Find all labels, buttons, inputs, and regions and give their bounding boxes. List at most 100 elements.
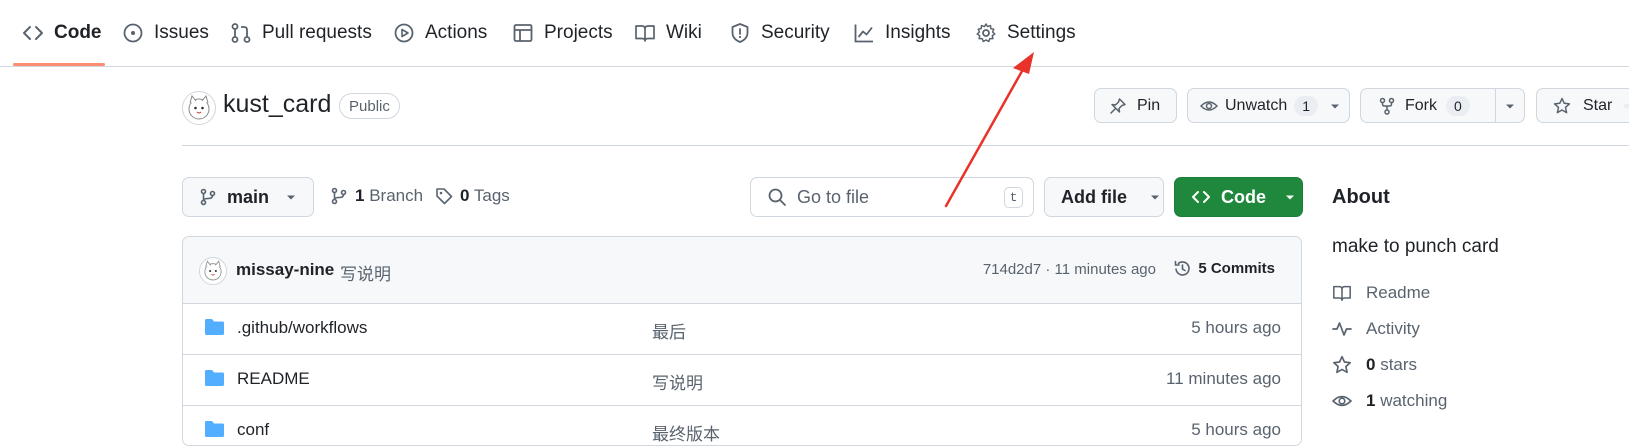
unwatch-button[interactable]: Unwatch 1 (1187, 88, 1350, 123)
stars-link[interactable]: 0 stars (1332, 355, 1417, 375)
code-label: Code (1221, 186, 1266, 207)
fork-count: 0 (1446, 95, 1470, 116)
file-table: missay-nine 写说明 714d2d7 · 11 minutes ago… (182, 236, 1302, 446)
about-title: About (1332, 186, 1390, 208)
repo-name-link[interactable]: kust_card (223, 90, 331, 119)
tab-label: Settings (1007, 22, 1076, 43)
stars-label: stars (1380, 355, 1418, 374)
code-icon (22, 22, 44, 44)
commit-hash-time[interactable]: 714d2d7 · 11 minutes ago (983, 261, 1156, 278)
git-pull-request-icon (230, 22, 252, 44)
tab-actions[interactable]: Actions (393, 0, 487, 66)
search-input[interactable]: Go to file (797, 187, 869, 208)
visibility-badge: Public (339, 93, 400, 119)
about-description: make to punch card (1332, 236, 1499, 257)
book-icon (634, 22, 656, 44)
cat-avatar-icon (188, 94, 210, 120)
file-commit-time: 5 hours ago (1191, 318, 1281, 337)
tab-wiki[interactable]: Wiki (634, 0, 702, 66)
tab-label: Wiki (666, 22, 702, 43)
file-name-link[interactable]: .github/workflows (237, 318, 367, 338)
tags-label: Tags (473, 186, 510, 205)
commit-author-link[interactable]: missay-nine (236, 260, 334, 280)
star-icon (1553, 97, 1571, 115)
tab-label: Actions (425, 22, 488, 43)
branches-link[interactable]: 1 Branch (330, 186, 423, 206)
tab-code[interactable]: Code (22, 0, 102, 66)
file-commit-time: 11 minutes ago (1166, 369, 1281, 388)
issue-opened-icon (122, 22, 144, 44)
activity-label: Activity (1366, 319, 1420, 338)
pulse-icon (1332, 319, 1352, 339)
commit-message-link[interactable]: 写说明 (340, 260, 391, 285)
star-count-pill (1624, 103, 1629, 108)
history-icon (1173, 259, 1192, 278)
branch-select-button[interactable]: main (182, 177, 314, 217)
chevron-down-icon (1284, 191, 1296, 203)
table-row[interactable]: README 写说明 11 minutes ago (183, 354, 1301, 406)
pin-button[interactable]: Pin (1094, 88, 1177, 123)
search-icon (767, 187, 787, 207)
repo-forked-icon (1378, 97, 1396, 115)
readme-label: Readme (1366, 283, 1431, 302)
tag-icon (435, 187, 453, 205)
file-name-link[interactable]: README (237, 369, 310, 389)
play-icon (393, 22, 415, 44)
table-row[interactable]: .github/workflows 最后 5 hours ago (183, 303, 1301, 355)
branch-name: main (227, 186, 270, 207)
fork-button[interactable]: Fork 0 (1361, 95, 1495, 116)
file-name-link[interactable]: conf (237, 420, 269, 440)
tags-link[interactable]: 0 Tags (435, 186, 510, 206)
search-shortcut-key: t (1004, 187, 1023, 208)
code-dropdown-button[interactable]: Code (1174, 177, 1303, 217)
tab-label: Insights (885, 22, 951, 43)
file-commit-message[interactable]: 最终版本 (652, 420, 720, 445)
table-row[interactable]: conf 最终版本 5 hours ago (183, 405, 1301, 445)
readme-link[interactable]: Readme (1332, 283, 1430, 303)
tab-label: Pull requests (262, 22, 372, 43)
tab-label: Projects (544, 22, 613, 43)
go-to-file-search[interactable]: Go to file t (750, 177, 1034, 217)
tab-label: Security (761, 22, 830, 43)
code-icon (1191, 187, 1211, 207)
header-divider (182, 145, 1629, 146)
branches-label: Branch (369, 186, 424, 205)
latest-commit-bar: missay-nine 写说明 714d2d7 · 11 minutes ago… (183, 237, 1301, 304)
tab-label: Issues (154, 22, 209, 43)
tab-security[interactable]: Security (729, 0, 830, 66)
unwatch-label: Unwatch (1225, 96, 1288, 114)
git-branch-icon (330, 187, 348, 205)
fork-button-group: Fork 0 (1360, 88, 1525, 123)
chevron-down-icon[interactable] (1329, 100, 1341, 112)
watching-link[interactable]: 1 watching (1332, 391, 1447, 411)
active-tab-underline (13, 63, 105, 66)
repo-nav: Code Issues Pull requests Actions Projec… (0, 0, 1629, 67)
commit-author-avatar[interactable] (199, 257, 227, 285)
add-file-button[interactable]: Add file (1044, 177, 1164, 217)
tab-pull-requests[interactable]: Pull requests (230, 0, 372, 66)
book-icon (1332, 283, 1352, 303)
file-commit-message[interactable]: 写说明 (652, 369, 703, 394)
tags-count: 0 (460, 186, 470, 205)
tab-projects[interactable]: Projects (512, 0, 613, 66)
commits-link[interactable]: 5 Commits (1173, 259, 1275, 278)
graph-icon (853, 22, 875, 44)
activity-link[interactable]: Activity (1332, 319, 1420, 339)
commits-label: 5 Commits (1198, 260, 1275, 277)
eye-icon (1200, 97, 1218, 115)
fork-dropdown-button[interactable] (1496, 100, 1524, 112)
stars-count: 0 (1366, 355, 1376, 374)
shield-icon (729, 22, 751, 44)
tab-label: Code (54, 22, 102, 43)
repo-owner-avatar[interactable] (182, 91, 216, 125)
file-commit-message[interactable]: 最后 (652, 318, 686, 343)
star-label: Star (1583, 96, 1613, 114)
tab-insights[interactable]: Insights (853, 0, 950, 66)
chevron-down-icon (1149, 191, 1161, 203)
star-button[interactable]: Star (1536, 88, 1629, 123)
tab-issues[interactable]: Issues (122, 0, 209, 66)
watch-count: 1 (1294, 95, 1319, 116)
tab-settings[interactable]: Settings (975, 0, 1076, 66)
table-icon (512, 22, 534, 44)
chevron-down-icon (1504, 100, 1516, 112)
